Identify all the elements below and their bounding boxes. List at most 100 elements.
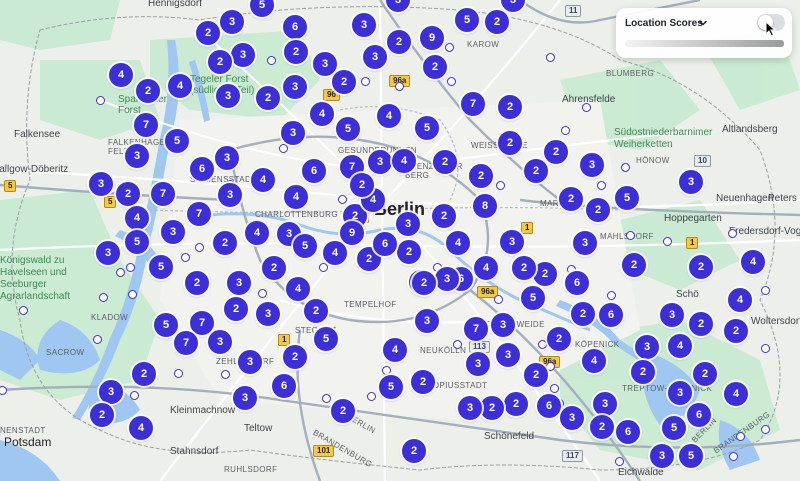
cluster-marker[interactable]: 4 xyxy=(474,256,498,280)
location-dot[interactable] xyxy=(128,290,137,299)
location-dot[interactable] xyxy=(116,268,125,277)
cluster-marker[interactable]: 2 xyxy=(397,240,421,264)
location-dot[interactable] xyxy=(395,82,404,91)
cluster-marker[interactable]: 2 xyxy=(693,362,717,386)
cluster-marker[interactable]: 3 xyxy=(466,352,490,376)
location-dot[interactable] xyxy=(445,43,454,52)
cluster-marker[interactable]: 2 xyxy=(544,140,568,164)
cluster-marker[interactable]: 5 xyxy=(293,234,317,258)
location-dot[interactable] xyxy=(174,369,183,378)
location-scores-title[interactable]: Location Scores xyxy=(625,18,703,29)
cluster-marker[interactable]: 5 xyxy=(314,327,338,351)
cluster-marker[interactable]: 2 xyxy=(571,302,595,326)
location-dot[interactable] xyxy=(338,195,347,204)
cluster-marker[interactable]: 7 xyxy=(464,317,488,341)
cluster-marker[interactable]: 3 xyxy=(500,230,524,254)
location-dot[interactable] xyxy=(319,263,328,272)
location-dot[interactable] xyxy=(761,425,770,434)
cluster-marker[interactable]: 6 xyxy=(272,374,296,398)
cluster-marker[interactable]: 4 xyxy=(728,288,752,312)
location-dot[interactable] xyxy=(267,56,276,65)
cluster-marker[interactable]: 4 xyxy=(383,338,407,362)
location-dot[interactable] xyxy=(728,229,737,238)
cluster-marker[interactable]: 4 xyxy=(377,104,401,128)
cluster-marker[interactable]: 2 xyxy=(724,319,748,343)
cluster-marker[interactable]: 2 xyxy=(213,231,237,255)
cluster-marker[interactable]: 3 xyxy=(125,144,149,168)
cluster-marker[interactable]: 2 xyxy=(498,131,522,155)
cluster-marker[interactable]: 4 xyxy=(284,185,308,209)
cluster-marker[interactable]: 2 xyxy=(402,439,426,463)
cluster-marker[interactable]: 2 xyxy=(559,187,583,211)
location-dot[interactable] xyxy=(663,237,672,246)
cluster-marker[interactable]: 3 xyxy=(216,84,240,108)
cluster-marker[interactable]: 4 xyxy=(392,149,416,173)
cluster-marker[interactable]: 3 xyxy=(313,52,337,76)
cluster-marker[interactable]: 4 xyxy=(286,277,310,301)
cluster-marker[interactable]: 4 xyxy=(168,74,192,98)
cluster-marker[interactable]: 9 xyxy=(420,26,444,50)
cluster-marker[interactable]: 7 xyxy=(134,113,158,137)
cluster-marker[interactable]: 3 xyxy=(668,381,692,405)
location-dot[interactable] xyxy=(615,457,624,466)
location-dot[interactable] xyxy=(582,103,591,112)
cluster-marker[interactable]: 3 xyxy=(635,335,659,359)
cluster-marker[interactable]: 4 xyxy=(251,168,275,192)
location-dot[interactable] xyxy=(361,77,370,86)
location-dot[interactable] xyxy=(550,384,559,393)
cluster-marker[interactable]: 3 xyxy=(573,231,597,255)
cluster-marker[interactable]: 5 xyxy=(679,444,703,468)
cluster-marker[interactable]: 3 xyxy=(352,13,376,37)
cluster-marker[interactable]: 3 xyxy=(650,444,674,468)
cluster-marker[interactable]: 2 xyxy=(689,312,713,336)
cluster-marker[interactable]: 6 xyxy=(599,303,623,327)
cluster-marker[interactable]: 2 xyxy=(524,159,548,183)
location-dot[interactable] xyxy=(494,295,503,304)
cluster-marker[interactable]: 5 xyxy=(125,230,149,254)
cluster-marker[interactable]: 3 xyxy=(218,183,242,207)
cluster-marker[interactable]: 2 xyxy=(512,256,536,280)
cluster-marker[interactable]: 2 xyxy=(524,363,548,387)
chevron-down-icon[interactable] xyxy=(697,17,709,29)
cluster-marker[interactable]: 2 xyxy=(196,21,220,45)
cluster-marker[interactable]: 2 xyxy=(411,370,435,394)
cluster-marker[interactable]: 4 xyxy=(741,250,765,274)
location-dot[interactable] xyxy=(126,263,135,272)
cluster-marker[interactable]: 3 xyxy=(238,350,262,374)
cluster-marker[interactable]: 6 xyxy=(616,420,640,444)
cluster-marker[interactable]: 2 xyxy=(332,70,356,94)
location-dot[interactable] xyxy=(561,126,570,135)
location-dot[interactable] xyxy=(447,77,456,86)
cluster-marker[interactable]: 2 xyxy=(480,396,504,420)
cluster-marker[interactable]: 2 xyxy=(412,271,436,295)
cluster-marker[interactable]: 6 xyxy=(565,271,589,295)
cluster-marker[interactable]: 3 xyxy=(89,172,113,196)
cluster-marker[interactable]: 4 xyxy=(125,206,149,230)
cluster-marker[interactable]: 4 xyxy=(668,334,692,358)
cluster-marker[interactable]: 6 xyxy=(373,232,397,256)
cluster-marker[interactable]: 7 xyxy=(151,182,175,206)
cluster-marker[interactable]: 3 xyxy=(368,150,392,174)
cluster-marker[interactable]: 3 xyxy=(227,271,251,295)
location-dot[interactable] xyxy=(96,96,105,105)
location-dot[interactable] xyxy=(626,231,635,240)
location-dot[interactable] xyxy=(761,286,770,295)
cluster-marker[interactable]: 2 xyxy=(262,256,286,280)
cluster-marker[interactable]: 4 xyxy=(129,416,153,440)
cluster-marker[interactable]: 7 xyxy=(461,92,485,116)
location-dot[interactable] xyxy=(221,370,230,379)
cluster-marker[interactable]: 2 xyxy=(387,30,411,54)
location-dot[interactable] xyxy=(130,391,139,400)
location-dot[interactable] xyxy=(736,432,745,441)
cluster-marker[interactable]: 3 xyxy=(208,330,232,354)
cluster-marker[interactable]: 2 xyxy=(136,79,160,103)
cluster-marker[interactable]: 2 xyxy=(433,150,457,174)
cluster-marker[interactable]: 2 xyxy=(224,297,248,321)
cluster-marker[interactable]: 2 xyxy=(331,399,355,423)
cluster-marker[interactable]: 2 xyxy=(256,86,280,110)
location-dot[interactable] xyxy=(761,344,770,353)
cluster-marker[interactable]: 3 xyxy=(679,170,703,194)
location-dot[interactable] xyxy=(19,306,28,315)
cluster-marker[interactable]: 3 xyxy=(283,75,307,99)
cluster-marker[interactable]: 3 xyxy=(560,406,584,430)
